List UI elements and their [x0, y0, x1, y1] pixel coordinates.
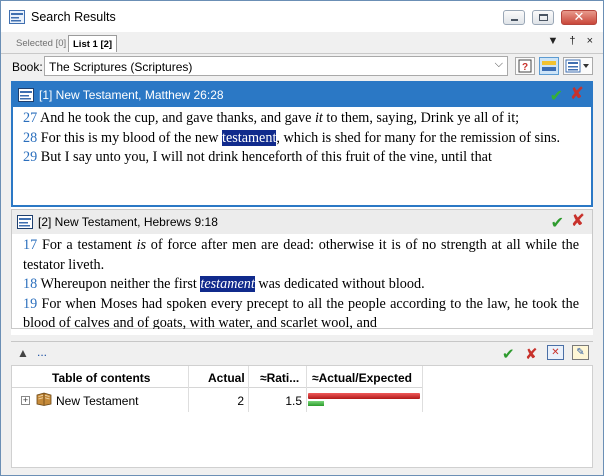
result-list-tabs: Selected [0] List 1 [2] ▼ † × [1, 32, 603, 53]
pane-tools-icons[interactable]: ▼ † × [547, 35, 597, 47]
result-header[interactable]: [1] New Testament, Matthew 26:28 ✔ ✘ [13, 83, 591, 107]
maximize-icon [539, 14, 548, 21]
view-options-button[interactable] [563, 57, 593, 75]
column-header-actual-expected[interactable]: ≈Actual/Expected [312, 371, 412, 385]
edit-list-icon[interactable]: ✎ [572, 345, 589, 360]
accept-all-checkmark-icon[interactable]: ✔ [502, 345, 515, 363]
verse-number[interactable]: 18 [23, 276, 37, 292]
help-book-icon: ? [518, 59, 532, 73]
verse-number[interactable]: 27 [23, 110, 37, 126]
results-toolbar: ▲ ... ✔ ✘ ✕ ✎ [11, 341, 593, 363]
verse: 18 Whereupon neither the first testament… [23, 275, 579, 295]
reject-all-x-icon[interactable]: ✘ [525, 345, 538, 363]
toc-entry-name: New Testament [56, 394, 139, 408]
search-result-2[interactable]: [2] New Testament, Hebrews 9:18 ✔ ✘ 17 F… [11, 209, 593, 329]
column-header-toc[interactable]: Table of contents [52, 371, 150, 385]
triangle-up-icon[interactable]: ▲ [17, 346, 29, 360]
verse-text: For a testament [37, 237, 137, 253]
column-header-ratio[interactable]: ≈Rati... [260, 371, 299, 385]
statistics-table: Table of contents Actual ≈Rati... ≈Actua… [11, 365, 593, 468]
verse: 17 For a testament is of force after men… [23, 236, 579, 275]
book-icon [36, 392, 52, 406]
highlight-icon [542, 61, 556, 71]
result-verses: 27 And he took the cup, and gave thanks,… [23, 109, 579, 205]
view-options-icon [565, 59, 589, 73]
minimize-icon [511, 19, 518, 21]
verse-text: But I say unto you, I will not drink hen… [37, 149, 492, 165]
result-reference: [1] New Testament, Matthew 26:28 [39, 88, 224, 102]
result-icon [17, 215, 33, 229]
search-results-window: Search Results ✕ Selected [0] List 1 [2]… [0, 0, 604, 476]
search-results-list: [1] New Testament, Matthew 26:28 ✔ ✘ 27 … [11, 81, 593, 335]
verse-text-italic: it [314, 110, 323, 126]
column-header-actual[interactable]: Actual [208, 371, 245, 385]
result-reference: [2] New Testament, Hebrews 9:18 [38, 215, 218, 229]
verse-text: was dedicated without blood. [254, 276, 425, 292]
book-label: Book: [12, 60, 43, 74]
table-header: Table of contents Actual ≈Rati... ≈Actua… [12, 366, 422, 388]
book-selector-row: Book: The Scriptures (Scriptures) ⌵ ? [1, 53, 603, 79]
verse-number[interactable]: 19 [23, 296, 37, 312]
highlight-words-button[interactable] [539, 57, 559, 75]
verse: 29 But I say unto you, I will not drink … [23, 148, 579, 168]
ratio-value: 1.5 [285, 394, 302, 408]
expand-icon[interactable]: + [21, 396, 30, 405]
maximize-button[interactable] [532, 10, 554, 25]
remove-marked-icon[interactable]: ✕ [547, 345, 564, 360]
help-button[interactable]: ? [515, 57, 535, 75]
table-row[interactable]: + New Testament 2 1.5 [12, 389, 422, 411]
svg-text:?: ? [522, 62, 528, 73]
verse-number[interactable]: 29 [23, 149, 37, 165]
actual-count: 2 [237, 394, 244, 408]
window-title: Search Results [31, 10, 116, 24]
result-header[interactable]: [2] New Testament, Hebrews 9:18 ✔ ✘ [12, 210, 592, 234]
verse-text: , which is shed for many for the remissi… [276, 129, 561, 146]
verse-text-italic: is [136, 237, 147, 253]
book-dropdown[interactable]: The Scriptures (Scriptures) ⌵ [44, 56, 508, 76]
search-hit: testament [200, 276, 255, 292]
checkmark-icon[interactable]: ✔ [550, 86, 563, 106]
column-divider[interactable] [422, 366, 423, 412]
chevron-down-icon: ⌵ [494, 58, 503, 70]
verse: 28 For this is my blood of the new testa… [23, 129, 579, 149]
expected-bar [308, 401, 324, 406]
close-window-button[interactable]: ✕ [561, 9, 597, 25]
title-bar: Search Results ✕ [1, 1, 603, 32]
verse-number[interactable]: 17 [23, 237, 37, 253]
tab-list-1[interactable]: List 1 [2] [68, 35, 118, 52]
search-results-app-icon [9, 10, 25, 24]
tab-selected[interactable]: Selected [0] [12, 35, 70, 52]
minimize-button[interactable] [503, 10, 525, 25]
verse: 27 And he took the cup, and gave thanks,… [23, 109, 579, 129]
verse-text: And he took the cup, and gave thanks, an… [37, 110, 315, 126]
verse: 19 For when Moses had spoken every prece… [23, 295, 579, 330]
book-dropdown-value: The Scriptures (Scriptures) [49, 60, 193, 74]
remove-result-icon[interactable]: ✘ [570, 84, 584, 104]
result-icon [18, 88, 34, 102]
remove-result-icon[interactable]: ✘ [571, 211, 585, 231]
checkmark-icon[interactable]: ✔ [551, 213, 564, 233]
verse-text: to them, saying, Drink ye all of it; [322, 110, 520, 126]
verse-text: For this is my blood of the new [37, 129, 223, 146]
verse-text: Whereupon neither the first [37, 276, 201, 292]
close-icon: ✕ [573, 9, 585, 24]
search-result-1[interactable]: [1] New Testament, Matthew 26:28 ✔ ✘ 27 … [11, 81, 593, 207]
actual-bar [308, 393, 420, 399]
search-hit: testament [222, 129, 277, 146]
more-options-link[interactable]: ... [37, 345, 47, 359]
verse-text: For when Moses had spoken every precept … [23, 295, 579, 330]
verse-number[interactable]: 28 [23, 130, 37, 146]
result-verses: 17 For a testament is of force after men… [23, 236, 579, 329]
